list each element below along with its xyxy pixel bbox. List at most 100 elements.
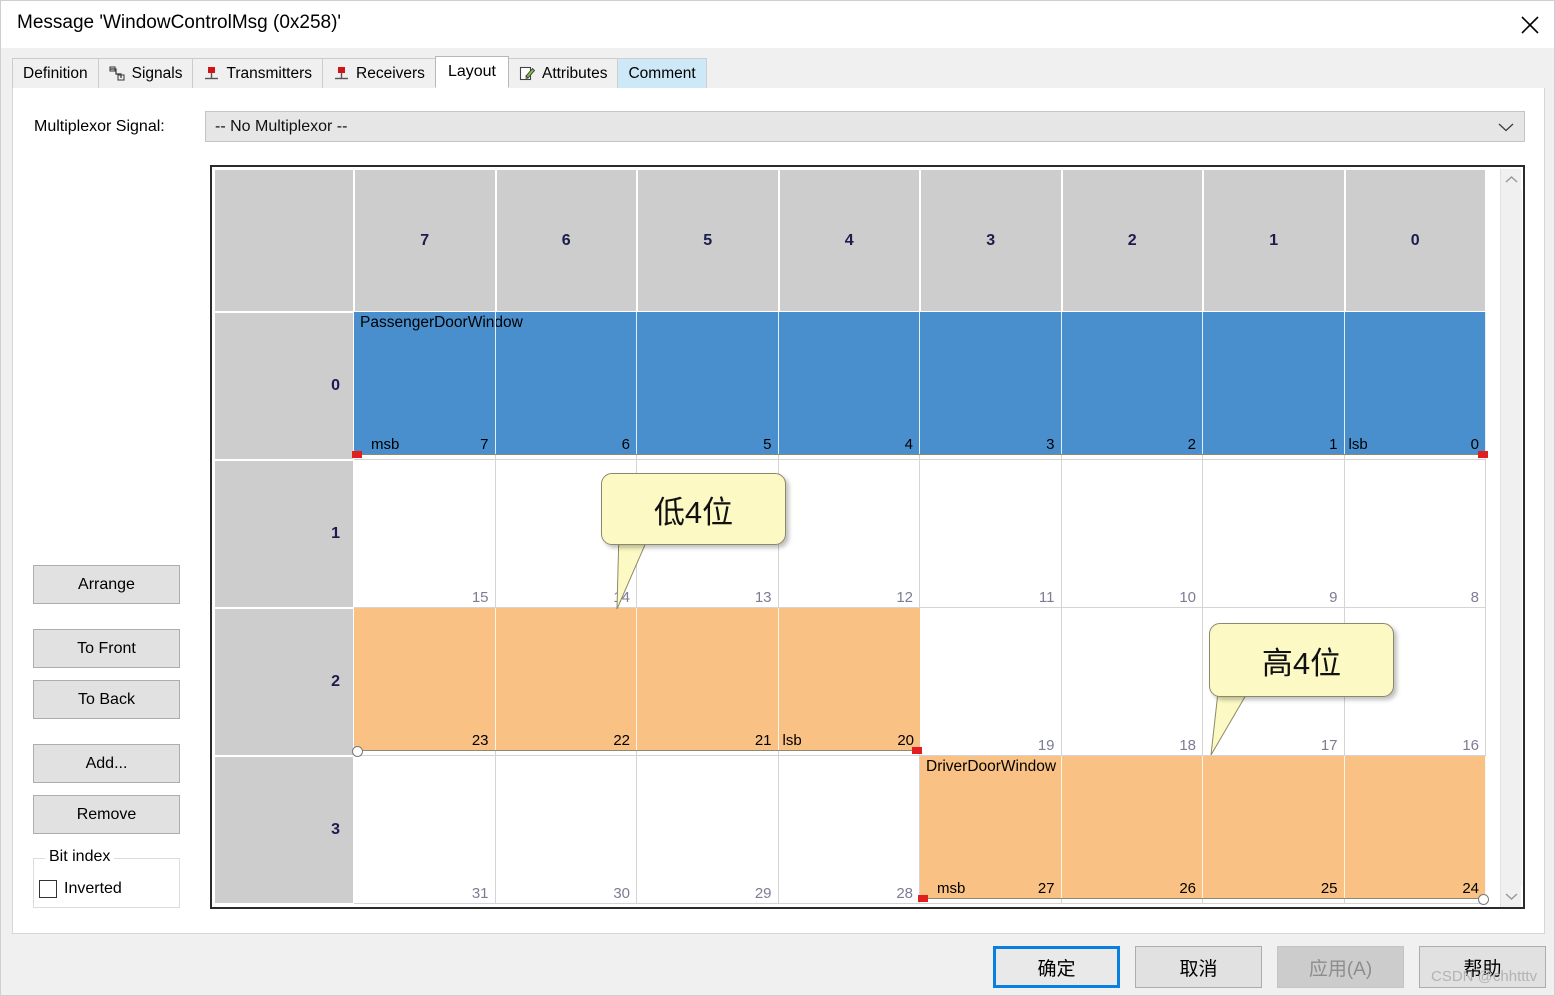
close-icon[interactable] bbox=[1506, 1, 1554, 48]
tab-signals-label: Signals bbox=[131, 64, 183, 82]
add-button[interactable]: Add... bbox=[33, 744, 180, 783]
grid-row-header[interactable]: 2 bbox=[214, 608, 354, 756]
callout-high-4-bits-text: 高4位 bbox=[1261, 645, 1342, 681]
signal-bit-cell: 1 bbox=[1203, 312, 1345, 454]
grid-bit-cell[interactable]: 28 bbox=[778, 756, 920, 904]
arrange-button[interactable]: Arrange bbox=[33, 565, 180, 604]
signal-end-marker-red bbox=[352, 451, 362, 458]
grid-row-header[interactable]: 1 bbox=[214, 460, 354, 608]
grid-column-header-label: 3 bbox=[986, 231, 996, 249]
signal-block[interactable]: DriverDoorWindow 27 26 25 24 msb bbox=[920, 756, 1486, 898]
grid-bit-number: 18 bbox=[1179, 737, 1196, 754]
tab-comment[interactable]: Comment bbox=[617, 58, 707, 88]
bit-layout-grid[interactable]: 7654321001237654321015141312111098232221… bbox=[210, 165, 1525, 909]
scrollbar-thumb[interactable] bbox=[1501, 190, 1522, 886]
signal-end-marker-red bbox=[1478, 451, 1488, 458]
grid-vertical-scrollbar[interactable] bbox=[1500, 169, 1522, 907]
signal-bit-cell: 2 bbox=[1062, 312, 1203, 454]
grid-bit-number: 12 bbox=[896, 589, 913, 606]
inverted-checkbox-label: Inverted bbox=[64, 880, 122, 897]
inverted-checkbox[interactable]: Inverted bbox=[39, 880, 122, 898]
signal-bit-number: 26 bbox=[1179, 880, 1196, 897]
grid-column-header[interactable]: 5 bbox=[637, 169, 779, 312]
grid-row-header[interactable]: 0 bbox=[214, 312, 354, 460]
signal-bit-cell: 4 bbox=[779, 312, 920, 454]
grid-column-header[interactable]: 7 bbox=[354, 169, 496, 312]
chevron-up-icon[interactable] bbox=[1501, 169, 1522, 190]
transmitter-icon bbox=[203, 65, 220, 82]
remove-button[interactable]: Remove bbox=[33, 795, 180, 834]
to-front-button[interactable]: To Front bbox=[33, 629, 180, 668]
tab-transmitters-label: Transmitters bbox=[226, 64, 313, 82]
callout-low-4-bits[interactable]: 低4位 bbox=[601, 473, 786, 545]
signal-bit-number: 27 bbox=[1037, 880, 1055, 897]
signal-block[interactable]: PassengerDoorWindow 7 6 5 4 3 2 1 lsb 0 msb bbox=[354, 312, 1486, 454]
signal-bit-number: 7 bbox=[480, 436, 489, 453]
grid-bit-number: 11 bbox=[1038, 589, 1055, 606]
grid-column-header[interactable]: 4 bbox=[778, 169, 920, 312]
grid-bit-cell[interactable]: 30 bbox=[495, 756, 637, 904]
chevron-down-icon[interactable] bbox=[1501, 886, 1522, 907]
signal-end-marker-red bbox=[912, 747, 922, 754]
tab-receivers-label: Receivers bbox=[356, 64, 425, 82]
grid-column-header[interactable]: 1 bbox=[1203, 169, 1345, 312]
signal-bit-number: 24 bbox=[1462, 880, 1479, 897]
signal-bit-number: 21 bbox=[754, 732, 772, 749]
callout-high-4-bits[interactable]: 高4位 bbox=[1209, 623, 1394, 697]
signal-bit-cell: 26 bbox=[1062, 756, 1203, 898]
signal-bit-cell: 23 bbox=[354, 608, 496, 750]
grid-bit-cell[interactable]: 12 bbox=[778, 460, 920, 608]
grid-column-header[interactable]: 0 bbox=[1344, 169, 1486, 312]
signal-bit-number: 25 bbox=[1320, 880, 1338, 897]
tab-attributes-label: Attributes bbox=[541, 64, 608, 82]
tab-receivers[interactable]: Receivers bbox=[322, 58, 436, 88]
watermark: CSDN @chhtttv bbox=[1431, 968, 1538, 985]
callout-low-4-bits-text: 低4位 bbox=[653, 494, 734, 530]
cancel-button[interactable]: 取消 bbox=[1135, 946, 1262, 988]
grid-column-header[interactable]: 3 bbox=[920, 169, 1062, 312]
grid-bit-cell[interactable]: 19 bbox=[920, 608, 1062, 756]
grid-column-header[interactable]: 6 bbox=[495, 169, 637, 312]
grid-bit-number: 31 bbox=[471, 885, 489, 902]
tab-transmitters[interactable]: Transmitters bbox=[192, 58, 324, 88]
signal-bit-cell: 22 bbox=[496, 608, 637, 750]
signal-bit-cell: 7 bbox=[354, 312, 496, 454]
tab-layout[interactable]: Layout bbox=[434, 56, 509, 88]
multiplexor-signal-value: -- No Multiplexor -- bbox=[215, 117, 348, 135]
signal-bit-number: 6 bbox=[621, 436, 630, 453]
ok-button[interactable]: 确定 bbox=[993, 946, 1120, 988]
grid-bit-cell[interactable]: 11 bbox=[920, 460, 1062, 608]
cancel-button-label: 取消 bbox=[1179, 958, 1218, 980]
grid-column-header[interactable]: 2 bbox=[1061, 169, 1203, 312]
signal-msb-label: msb bbox=[371, 436, 400, 453]
grid-bit-cell[interactable]: 8 bbox=[1344, 460, 1486, 608]
grid-row-header-label: 2 bbox=[331, 673, 340, 690]
grid-bit-number: 19 bbox=[1037, 737, 1055, 754]
signal-bit-cell: 25 bbox=[1203, 756, 1345, 898]
inverted-checkbox-box[interactable] bbox=[39, 880, 57, 898]
signal-msb-label: msb bbox=[937, 880, 966, 897]
grid-column-header-label: 6 bbox=[561, 231, 571, 249]
multiplexor-signal-select[interactable]: -- No Multiplexor -- bbox=[205, 111, 1525, 142]
to-front-button-label: To Front bbox=[77, 639, 136, 657]
tab-attributes[interactable]: Attributes bbox=[507, 58, 619, 88]
grid-bit-number: 16 bbox=[1462, 737, 1479, 754]
grid-bit-cell[interactable]: 29 bbox=[637, 756, 779, 904]
grid-bit-number: 9 bbox=[1329, 589, 1338, 606]
grid-bit-cell[interactable]: 10 bbox=[1061, 460, 1203, 608]
grid-bit-cell[interactable]: 18 bbox=[1061, 608, 1203, 756]
attributes-pencil-icon bbox=[519, 65, 536, 82]
grid-bit-number: 30 bbox=[613, 885, 630, 902]
grid-bit-cell[interactable]: 9 bbox=[1203, 460, 1345, 608]
grid-row-header[interactable]: 3 bbox=[214, 756, 354, 904]
tab-definition[interactable]: Definition bbox=[12, 58, 99, 88]
grid-bit-number: 29 bbox=[754, 885, 772, 902]
grid-bit-cell[interactable]: 31 bbox=[354, 756, 496, 904]
grid-row-header-label: 0 bbox=[331, 377, 340, 394]
signal-block[interactable]: 23 22 21 lsb 20 bbox=[354, 608, 920, 750]
grid-bit-cell[interactable]: 15 bbox=[354, 460, 496, 608]
tab-signals[interactable]: Signals bbox=[97, 58, 194, 88]
grid-bit-number: 10 bbox=[1179, 589, 1196, 606]
to-back-button[interactable]: To Back bbox=[33, 680, 180, 719]
tab-comment-label: Comment bbox=[628, 64, 696, 82]
